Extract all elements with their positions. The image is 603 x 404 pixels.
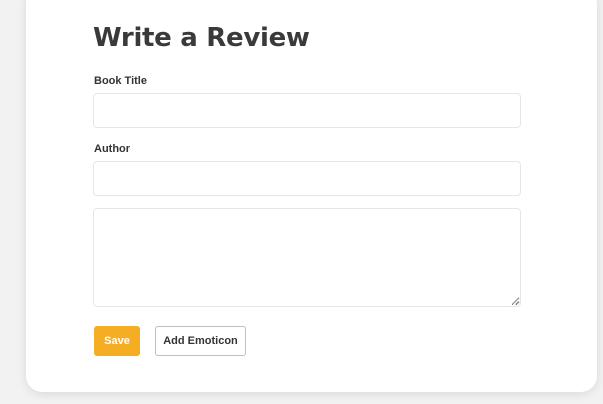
save-button[interactable]: Save <box>94 326 140 356</box>
author-label: Author <box>94 143 131 155</box>
page-title: Write a Review <box>93 23 310 53</box>
author-input[interactable] <box>93 161 521 196</box>
review-textarea[interactable] <box>93 208 521 307</box>
book-title-label: Book Title <box>94 75 147 87</box>
book-title-input[interactable] <box>93 93 521 128</box>
add-emoticon-button[interactable]: Add Emoticon <box>155 326 246 356</box>
